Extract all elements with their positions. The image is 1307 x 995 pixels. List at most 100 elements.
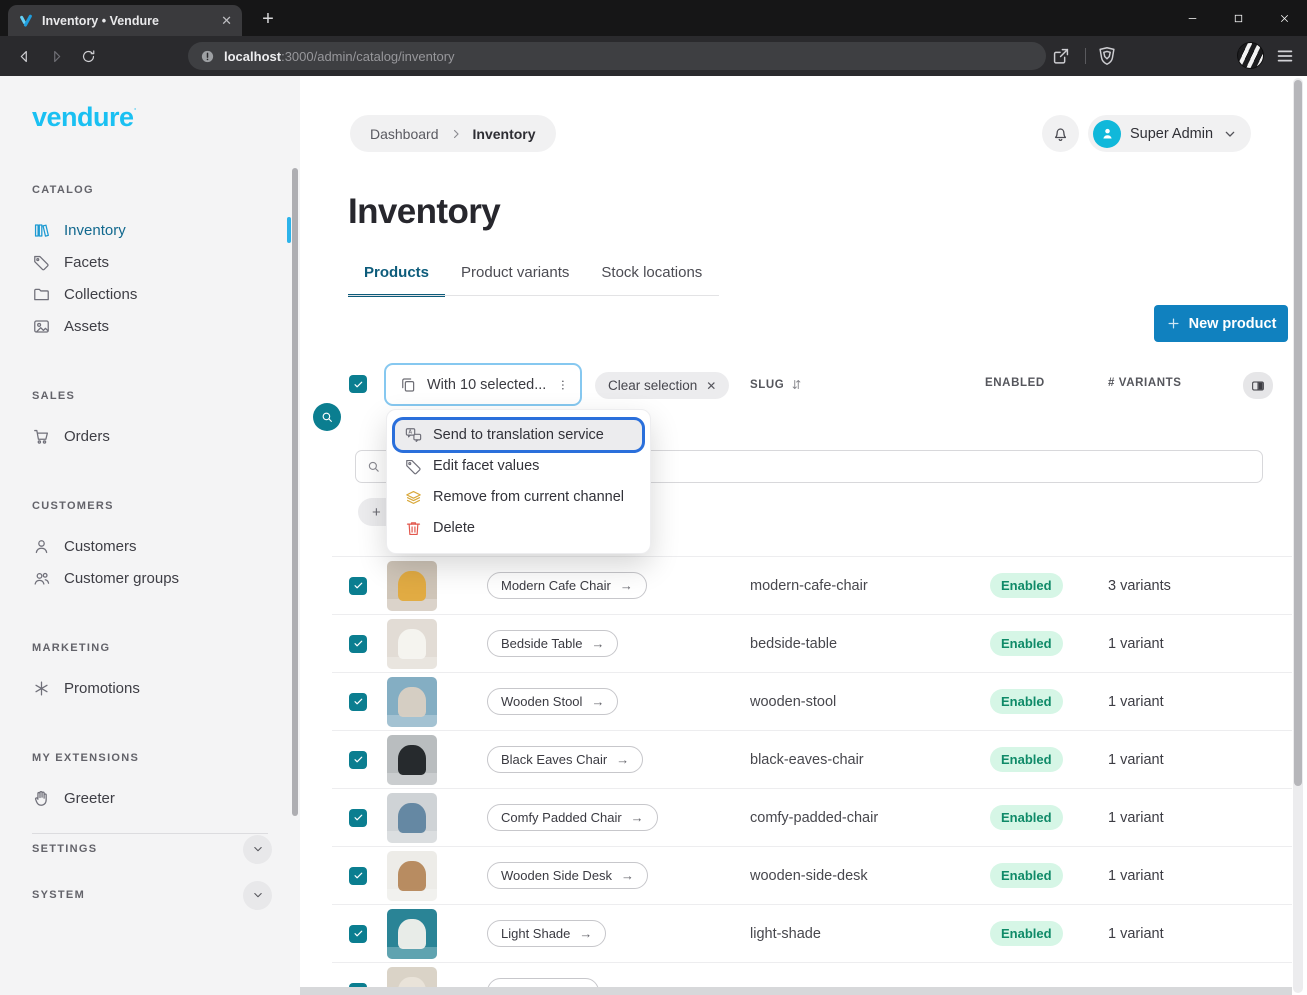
new-tab-button[interactable]: +	[257, 8, 279, 30]
plus-icon	[1166, 316, 1181, 331]
back-icon[interactable]	[10, 42, 38, 70]
variant-count: 3 variants	[1108, 578, 1171, 594]
column-header-variants: # VARIANTS	[1108, 377, 1182, 389]
status-badge: Enabled	[990, 631, 1063, 656]
close-icon[interactable]: ✕	[706, 379, 716, 393]
menu-item-edit-facet-values[interactable]: Edit facet values	[395, 451, 642, 481]
column-header-slug[interactable]: SLUG	[750, 377, 804, 392]
horizontal-scrollbar[interactable]	[300, 987, 1292, 995]
product-slug: wooden-stool	[750, 694, 836, 710]
product-thumbnail	[387, 677, 437, 727]
browser-tab[interactable]: Inventory • Vendure ✕	[8, 5, 242, 36]
row-checkbox[interactable]	[349, 925, 367, 943]
row-checkbox[interactable]	[349, 635, 367, 653]
sidebar-item-facets[interactable]: Facets	[0, 246, 300, 278]
url-bar[interactable]: localhost:3000/admin/catalog/inventory	[188, 42, 1046, 70]
clear-selection-chip[interactable]: Clear selection ✕	[595, 372, 729, 399]
row-checkbox[interactable]	[349, 693, 367, 711]
product-name-chip[interactable]: Bedside Table →	[487, 630, 618, 657]
tab-products[interactable]: Products	[348, 262, 445, 297]
sidebar-item-greeter[interactable]: Greeter	[0, 782, 300, 814]
notifications-button[interactable]	[1042, 115, 1079, 152]
section-label: MY EXTENSIONS	[32, 752, 300, 764]
kebab-menu-icon[interactable]	[556, 376, 570, 394]
product-slug: comfy-padded-chair	[750, 810, 878, 826]
arrow-right-icon: →	[579, 926, 592, 941]
check-icon	[353, 638, 364, 649]
window-maximize-button[interactable]	[1215, 0, 1261, 36]
window-close-button[interactable]	[1261, 0, 1307, 36]
row-checkbox[interactable]	[349, 751, 367, 769]
share-icon[interactable]	[1050, 45, 1072, 67]
search-toggle-button[interactable]	[313, 403, 341, 431]
user-menu[interactable]: Super Admin	[1088, 115, 1251, 152]
row-checkbox[interactable]	[349, 809, 367, 827]
product-name-chip[interactable]: Modern Cafe Chair →	[487, 572, 647, 599]
browser-profile-avatar[interactable]	[1237, 42, 1264, 69]
product-thumbnail	[387, 561, 437, 611]
select-all-checkbox[interactable]	[349, 375, 367, 393]
row-checkbox[interactable]	[349, 577, 367, 595]
chevron-down-icon[interactable]	[243, 835, 272, 864]
menu-item-remove-from-channel[interactable]: Remove from current channel	[395, 482, 642, 512]
new-product-button[interactable]: New product	[1154, 305, 1288, 342]
sidebar-item-customers[interactable]: Customers	[0, 530, 300, 562]
product-name-chip[interactable]: Wooden Side Desk →	[487, 862, 648, 889]
nav-section-marketing: MARKETING Promotions	[0, 642, 300, 704]
table-row: Wooden Stool → wooden-stool Enabled 1 va…	[332, 672, 1292, 730]
sidebar-nav: CATALOG Inventory Facets Collections	[0, 165, 300, 995]
variant-count: 1 variant	[1108, 926, 1164, 942]
product-name-chip[interactable]: Black Eaves Chair →	[487, 746, 643, 773]
sidebar-item-orders[interactable]: Orders	[0, 420, 300, 452]
asterisk-icon	[32, 679, 51, 698]
window-controls	[1169, 0, 1307, 36]
menu-item-delete[interactable]: Delete	[395, 513, 642, 543]
tab-close-icon[interactable]: ✕	[221, 14, 232, 27]
svg-text:A: A	[408, 429, 412, 435]
toolbar-divider	[1085, 48, 1086, 64]
window-minimize-button[interactable]	[1169, 0, 1215, 36]
sidebar-scrollbar[interactable]	[292, 168, 298, 816]
vertical-scrollbar[interactable]	[1293, 78, 1303, 993]
menu-item-send-to-translation[interactable]: A Send to translation service	[395, 420, 642, 450]
browser-menu-icon[interactable]	[1273, 45, 1297, 67]
tab-product-variants[interactable]: Product variants	[445, 262, 585, 297]
trash-icon	[404, 519, 423, 538]
check-icon	[353, 754, 364, 765]
sidebar-item-collections[interactable]: Collections	[0, 278, 300, 310]
sidebar-section-system[interactable]: SYSTEM	[32, 880, 272, 910]
product-name-chip[interactable]: Wooden Stool →	[487, 688, 618, 715]
bulk-actions-button[interactable]: With 10 selected...	[384, 363, 582, 406]
product-name-chip[interactable]: Light Shade →	[487, 920, 606, 947]
sidebar-item-promotions[interactable]: Promotions	[0, 672, 300, 704]
chevron-down-icon[interactable]	[243, 881, 272, 910]
forward-icon[interactable]	[42, 42, 70, 70]
sidebar-item-customer-groups[interactable]: Customer groups	[0, 562, 300, 594]
status-badge: Enabled	[990, 573, 1063, 598]
cart-icon	[32, 427, 51, 446]
sort-icon[interactable]	[789, 377, 804, 392]
table-row: Comfy Padded Chair → comfy-padded-chair …	[332, 788, 1292, 846]
table-row: Modern Cafe Chair → modern-cafe-chair En…	[332, 556, 1292, 614]
breadcrumb-dashboard[interactable]: Dashboard	[370, 126, 439, 142]
tab-stock-locations[interactable]: Stock locations	[585, 262, 718, 297]
column-settings-button[interactable]	[1243, 372, 1273, 399]
vertical-scrollbar-thumb[interactable]	[1294, 80, 1302, 786]
person-icon	[1099, 125, 1116, 142]
site-info-icon[interactable]	[200, 49, 215, 64]
copy-icon	[399, 376, 417, 394]
sidebar-section-settings[interactable]: SETTINGS	[32, 834, 272, 864]
arrow-right-icon: →	[591, 694, 604, 709]
breadcrumb-inventory[interactable]: Inventory	[473, 126, 536, 142]
status-badge: Enabled	[990, 689, 1063, 714]
reload-icon[interactable]	[74, 42, 102, 70]
page-tabs: Products Product variants Stock location…	[348, 262, 718, 297]
product-name-chip[interactable]: →	[487, 978, 599, 987]
vendure-logo[interactable]: vendure˙	[32, 102, 136, 133]
brave-shield-icon[interactable]	[1096, 45, 1118, 67]
sidebar-item-assets[interactable]: Assets	[0, 310, 300, 342]
sidebar-item-inventory[interactable]: Inventory	[0, 214, 300, 246]
row-checkbox[interactable]	[349, 867, 367, 885]
browser-toolbar: localhost:3000/admin/catalog/inventory	[0, 36, 1307, 76]
product-name-chip[interactable]: Comfy Padded Chair →	[487, 804, 658, 831]
